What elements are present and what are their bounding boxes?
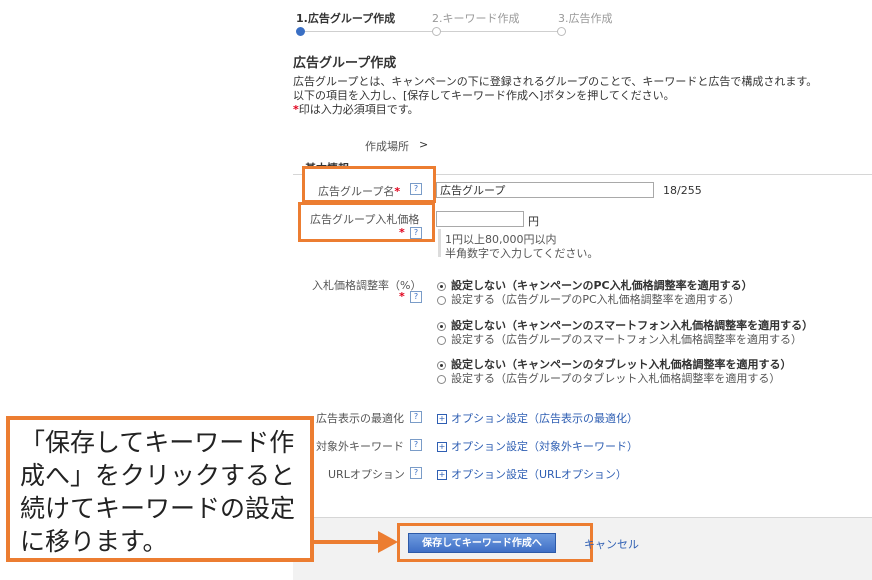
expand-icon: + [437, 414, 447, 424]
radio-pc-on-label: 設定する（広告グループのPC入札価格調整率を適用する） [451, 293, 740, 306]
radio-sp-on[interactable]: 設定する（広告グループのスマートフォン入札価格調整率を適用する） [437, 331, 802, 347]
page-title: 広告グループ作成 [293, 56, 397, 71]
opt-display-label: 広告表示の最適化 [316, 412, 404, 425]
name-help-icon[interactable]: ? [410, 183, 422, 195]
cancel-link[interactable]: キャンセル [584, 536, 639, 552]
required-note: *印は入力必須項目です。 [293, 101, 419, 117]
step-3-dot [557, 27, 566, 36]
step-3: 3.広告作成 [558, 12, 613, 25]
bid-unit: 円 [528, 215, 539, 228]
radio-sp-on-dot[interactable] [437, 335, 446, 345]
bid-label: 広告グループ入札価格 [310, 213, 420, 226]
opt-display-help-icon[interactable]: ? [410, 411, 422, 423]
radio-sp-off-dot[interactable] [437, 321, 446, 331]
save-and-create-keyword-button[interactable]: 保存してキーワード作成へ [408, 533, 556, 553]
name-char-count: 18/255 [663, 184, 702, 197]
radio-tab-on-label: 設定する（広告グループのタブレット入札価格調整率を適用する） [451, 372, 781, 385]
adjust-label: 入札価格調整率（%） [312, 279, 422, 292]
adjust-required: * [399, 290, 405, 303]
adjust-help-icon[interactable]: ? [410, 291, 422, 303]
radio-pc-on[interactable]: 設定する（広告グループのPC入札価格調整率を適用する） [437, 291, 740, 307]
bid-required: * [399, 226, 405, 239]
opt-negative-link-text[interactable]: オプション設定（対象外キーワード） [451, 440, 638, 453]
radio-tab-on[interactable]: 設定する（広告グループのタブレット入札価格調整率を適用する） [437, 370, 780, 386]
name-label: 広告グループ名* [318, 183, 400, 199]
expand-icon: + [437, 442, 447, 452]
radio-sp-on-label: 設定する（広告グループのスマートフォン入札価格調整率を適用する） [451, 333, 803, 346]
step-1-dot [296, 27, 305, 36]
opt-url-label: URLオプション [328, 468, 405, 481]
step-1: 1.広告グループ作成 [296, 12, 396, 25]
bid-hint-2: 半角数字で入力してください。 [445, 247, 599, 260]
opt-display-link-text[interactable]: オプション設定（広告表示の最適化） [451, 412, 638, 425]
radio-tab-off-dot[interactable] [437, 360, 446, 370]
callout-box: 「保存してキーワード作成へ」をクリックすると続けてキーワードの設定に移ります。 [6, 416, 314, 562]
step-2: 2.キーワード作成 [432, 12, 520, 25]
opt-display-link[interactable]: + オプション設定（広告表示の最適化） [437, 410, 638, 426]
opt-negative-link[interactable]: + オプション設定（対象外キーワード） [437, 438, 638, 454]
radio-pc-off-dot[interactable] [437, 281, 446, 291]
radio-tab-on-dot[interactable] [437, 374, 446, 384]
arrow-icon [314, 531, 398, 553]
stepper-line [300, 31, 562, 32]
opt-url-link[interactable]: + オプション設定（URLオプション） [437, 466, 627, 482]
location-value: > [419, 138, 429, 151]
ad-group-name-input[interactable] [436, 182, 654, 198]
opt-url-help-icon[interactable]: ? [410, 467, 422, 479]
required-note-text: 印は入力必須項目です。 [298, 103, 419, 116]
expand-icon: + [437, 470, 447, 480]
hint-bar [438, 229, 441, 257]
opt-url-link-text[interactable]: オプション設定（URLオプション） [451, 468, 627, 481]
bid-input[interactable] [436, 211, 524, 227]
name-label-text: 広告グループ名 [318, 185, 395, 198]
bid-help-icon[interactable]: ? [410, 227, 422, 239]
opt-negative-help-icon[interactable]: ? [410, 439, 422, 451]
radio-pc-on-dot[interactable] [437, 295, 446, 305]
location-label: 作成場所 [365, 140, 409, 153]
step-2-dot [432, 27, 441, 36]
opt-negative-label: 対象外キーワード [316, 440, 404, 453]
name-required: * [394, 185, 401, 198]
